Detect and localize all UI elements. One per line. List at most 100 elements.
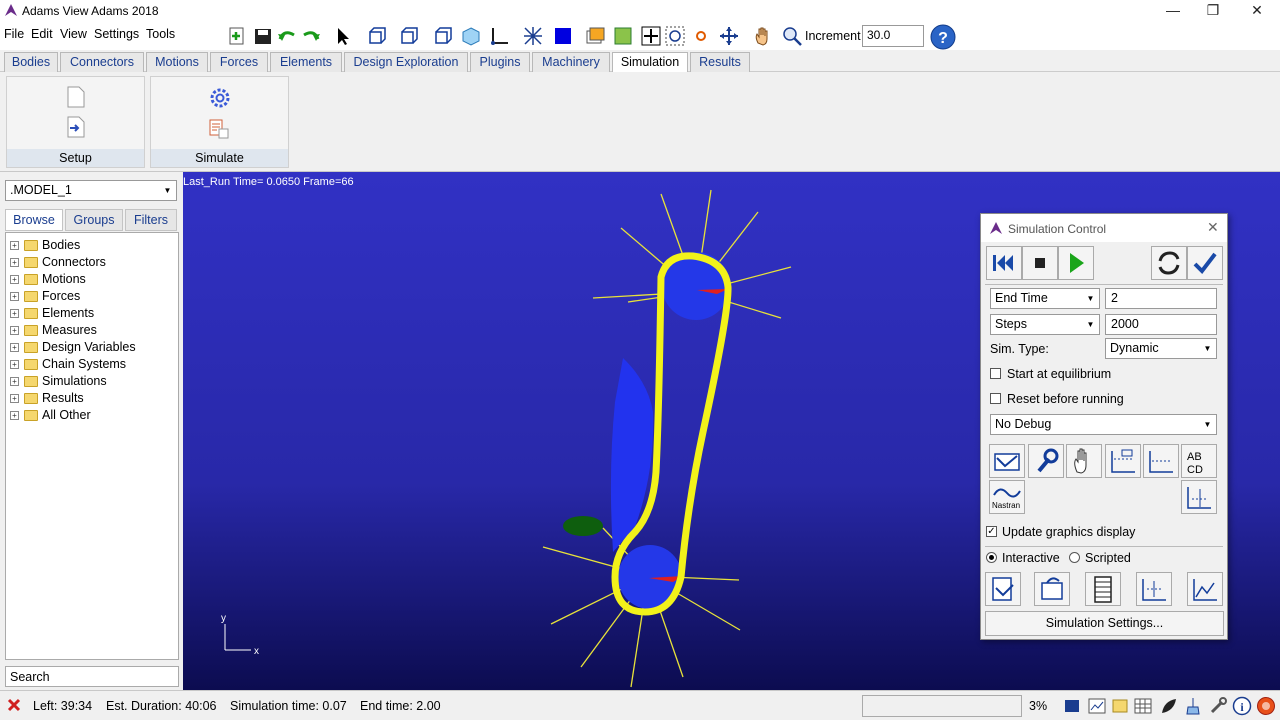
ok-button[interactable] [1187, 246, 1223, 280]
center-icon[interactable] [690, 25, 712, 47]
menu-tools[interactable]: Tools [146, 27, 175, 41]
window-layout-icon[interactable] [584, 25, 606, 47]
expand-icon[interactable]: + [10, 343, 19, 352]
reset-to-start-button[interactable] [986, 246, 1022, 280]
fit-view-icon[interactable] [612, 25, 634, 47]
expand-icon[interactable]: + [10, 241, 19, 250]
tab-bodies[interactable]: Bodies [4, 52, 58, 72]
gear-icon[interactable] [209, 87, 231, 109]
menu-settings[interactable]: Settings [94, 27, 139, 41]
menu-edit[interactable]: Edit [31, 27, 53, 41]
new-file-icon[interactable] [226, 25, 248, 47]
zoom-fit-icon[interactable] [640, 25, 662, 47]
tab-plugins[interactable]: Plugins [470, 52, 530, 72]
animation-button[interactable] [1085, 572, 1121, 606]
nastran-button[interactable]: Nastran [989, 480, 1025, 514]
model-select[interactable]: .MODEL_1 ▼ [5, 180, 177, 201]
expand-icon[interactable]: + [10, 275, 19, 284]
abcd-button[interactable]: AB CD [1181, 444, 1217, 478]
expand-icon[interactable]: + [10, 292, 19, 301]
end-type-select[interactable]: End Time ▼ [990, 288, 1100, 309]
sensor-button[interactable] [1028, 444, 1064, 478]
simulation-settings-button[interactable]: Simulation Settings... [985, 611, 1224, 636]
screen-icon[interactable] [1064, 698, 1080, 714]
model-document-icon[interactable] [65, 85, 87, 109]
interactive-radio[interactable] [986, 552, 997, 563]
expand-icon[interactable]: + [10, 377, 19, 386]
tab-simulation[interactable]: Simulation [612, 52, 688, 73]
zoom-box-icon[interactable] [664, 25, 686, 47]
tab-connectors[interactable]: Connectors [60, 52, 144, 72]
measure-button[interactable] [1143, 444, 1179, 478]
redo-icon[interactable] [300, 25, 322, 47]
tools-icon[interactable] [1208, 696, 1228, 716]
tab-machinery[interactable]: Machinery [532, 52, 610, 72]
select-arrow-icon[interactable] [332, 25, 354, 47]
debug-select[interactable]: No Debug ▼ [990, 414, 1217, 435]
save-run-button[interactable] [985, 572, 1021, 606]
import-icon[interactable] [65, 115, 87, 139]
pan-hand-icon[interactable] [752, 25, 774, 47]
view-top-icon[interactable] [432, 25, 454, 47]
error-icon[interactable] [6, 697, 22, 713]
view-iso-icon[interactable] [460, 25, 482, 47]
load-run-button[interactable] [1034, 572, 1070, 606]
view-front-icon[interactable] [366, 25, 388, 47]
refresh-button[interactable] [1151, 246, 1187, 280]
tab-filters[interactable]: Filters [125, 209, 177, 231]
measures-display-button[interactable] [1136, 572, 1172, 606]
expand-icon[interactable]: + [10, 309, 19, 318]
expand-icon[interactable]: + [10, 258, 19, 267]
interactive-hand-button[interactable] [1066, 444, 1102, 478]
maximize-button[interactable]: ❐ [1190, 0, 1236, 22]
close-window-button[interactable]: ✕ [1234, 0, 1280, 22]
plotting-button[interactable] [1187, 572, 1223, 606]
expand-icon[interactable]: + [10, 360, 19, 369]
render-mode-icon[interactable] [522, 25, 544, 47]
scripted-radio[interactable] [1069, 552, 1080, 563]
menu-view[interactable]: View [60, 27, 87, 41]
tab-forces[interactable]: Forces [210, 52, 268, 72]
expand-icon[interactable]: + [10, 326, 19, 335]
stop-button[interactable] [1022, 246, 1058, 280]
sim-type-select[interactable]: Dynamic ▼ [1105, 338, 1217, 359]
update-graphics-checkbox[interactable]: ✓ [986, 526, 997, 537]
start-simulation-button[interactable] [1058, 246, 1094, 280]
tab-results[interactable]: Results [690, 52, 750, 72]
plot-window-icon[interactable] [1088, 698, 1106, 714]
tab-browse[interactable]: Browse [5, 209, 63, 231]
note-icon[interactable] [1112, 698, 1128, 714]
reset-before-checkbox[interactable] [990, 393, 1001, 404]
table-icon[interactable] [1134, 698, 1152, 714]
output-button[interactable] [1105, 444, 1141, 478]
clean-icon[interactable] [1184, 697, 1202, 715]
view-side-icon[interactable] [398, 25, 420, 47]
help-icon[interactable]: ? [928, 24, 958, 50]
increment-input[interactable]: 30.0 [862, 25, 924, 47]
steps-type-select[interactable]: Steps ▼ [990, 314, 1100, 335]
steps-input[interactable]: 2000 [1105, 314, 1217, 335]
undo-icon[interactable] [276, 25, 298, 47]
expand-icon[interactable]: + [10, 411, 19, 420]
ribbon-group-label-setup[interactable]: Setup [7, 149, 144, 167]
plot-tracking-button[interactable] [1181, 480, 1217, 514]
close-icon[interactable]: ✕ [1207, 219, 1219, 236]
stop-sign-icon[interactable] [1256, 696, 1276, 716]
triad-icon[interactable] [488, 25, 510, 47]
browser-search-input[interactable]: Search [5, 666, 179, 687]
start-equilibrium-checkbox[interactable] [990, 368, 1001, 379]
save-icon[interactable] [252, 25, 274, 47]
expand-icon[interactable]: + [10, 394, 19, 403]
rotate-icon[interactable] [718, 25, 740, 47]
info-icon[interactable]: i [1232, 696, 1252, 716]
end-time-input[interactable]: 2 [1105, 288, 1217, 309]
tab-design-exploration[interactable]: Design Exploration [344, 52, 468, 72]
simulation-script-icon[interactable] [207, 117, 231, 141]
shaded-icon[interactable] [552, 25, 574, 47]
ribbon-group-label-simulate[interactable]: Simulate [151, 149, 288, 167]
zoom-icon[interactable] [781, 25, 803, 47]
leaf-icon[interactable] [1160, 697, 1178, 715]
tab-elements[interactable]: Elements [270, 52, 342, 72]
tab-motions[interactable]: Motions [146, 52, 208, 72]
tab-groups[interactable]: Groups [65, 209, 123, 231]
